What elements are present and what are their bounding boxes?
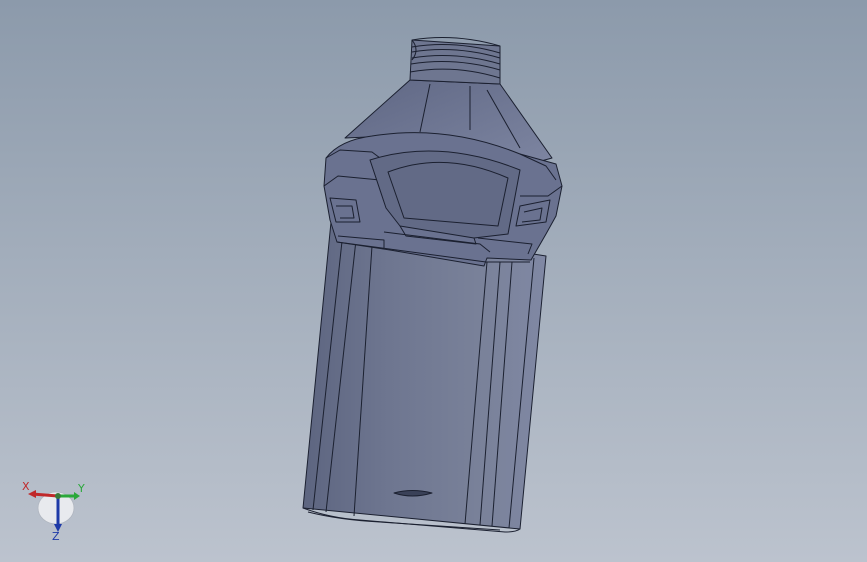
- orientation-triad: X Y Z: [22, 480, 85, 543]
- x-axis-label: X: [22, 480, 30, 493]
- triad-origin: [55, 493, 61, 499]
- y-axis-label: Y: [77, 482, 85, 495]
- bottle-body: [302, 221, 547, 533]
- model-viewport[interactable]: [0, 0, 867, 562]
- z-axis-label: Z: [52, 530, 60, 543]
- bottle-model[interactable]: [302, 37, 563, 533]
- bottle-neck: [409, 37, 501, 85]
